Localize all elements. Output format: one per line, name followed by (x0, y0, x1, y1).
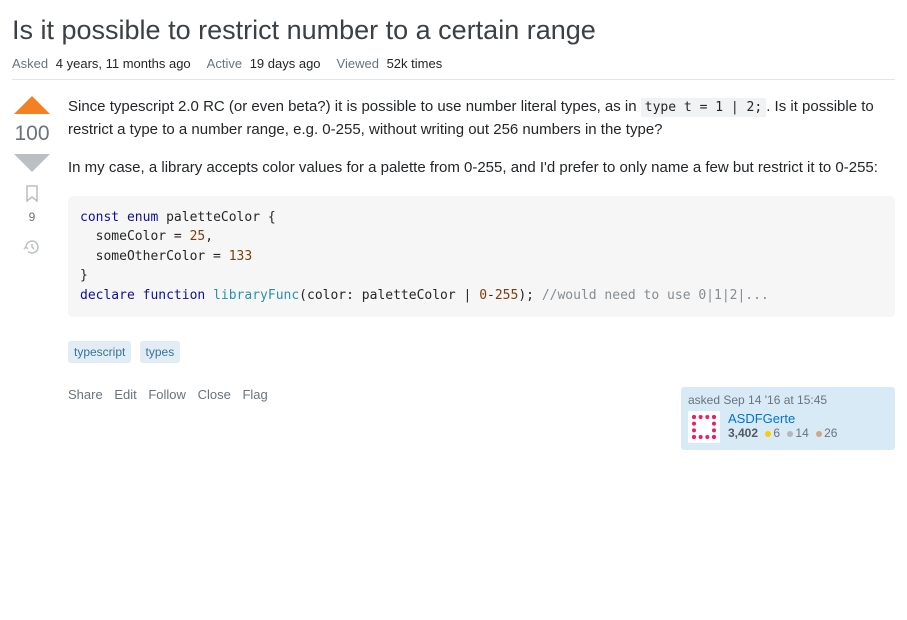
follow-link[interactable]: Follow (148, 387, 186, 402)
vote-score: 100 (14, 122, 49, 146)
bookmark-icon (23, 184, 41, 202)
edit-link[interactable]: Edit (114, 387, 136, 402)
post-body: Since typescript 2.0 RC (or even beta?) … (68, 96, 895, 450)
tag-list: typescript types (68, 341, 895, 363)
history-button[interactable] (23, 238, 41, 260)
paragraph-2: In my case, a library accepts color valu… (68, 157, 895, 180)
tag-types[interactable]: types (140, 341, 181, 363)
code-block: const enum paletteColor { someColor = 25… (68, 196, 895, 318)
question-title: Is it possible to restrict number to a c… (12, 12, 895, 48)
meta-active: Active 19 days ago (207, 56, 321, 71)
user-reputation: 3,402 (728, 426, 758, 440)
gold-badge-icon (765, 431, 771, 437)
close-link[interactable]: Close (198, 387, 231, 402)
question-meta: Asked 4 years, 11 months ago Active 19 d… (12, 56, 895, 80)
asked-time: asked Sep 14 '16 at 15:45 (688, 393, 888, 407)
avatar[interactable] (688, 411, 720, 443)
history-icon (23, 238, 41, 256)
user-name-link[interactable]: ASDFGerte (728, 411, 837, 426)
tag-typescript[interactable]: typescript (68, 341, 131, 363)
downvote-button[interactable] (14, 154, 50, 172)
user-badges: 6 14 26 (761, 426, 837, 440)
bookmark-count: 9 (29, 210, 36, 224)
vote-column: 100 9 (12, 96, 52, 450)
meta-asked: Asked 4 years, 11 months ago (12, 56, 191, 71)
silver-badge-icon (787, 431, 793, 437)
bookmark-button[interactable] (23, 184, 41, 206)
user-card: asked Sep 14 '16 at 15:45 ASDFGerte 3,40… (681, 387, 895, 450)
post-actions: Share Edit Follow Close Flag (68, 387, 276, 402)
inline-code: type t = 1 | 2; (641, 98, 766, 117)
upvote-button[interactable] (14, 96, 50, 114)
meta-viewed: Viewed 52k times (337, 56, 443, 71)
share-link[interactable]: Share (68, 387, 103, 402)
flag-link[interactable]: Flag (242, 387, 267, 402)
bronze-badge-icon (816, 431, 822, 437)
paragraph-1: Since typescript 2.0 RC (or even beta?) … (68, 96, 895, 141)
